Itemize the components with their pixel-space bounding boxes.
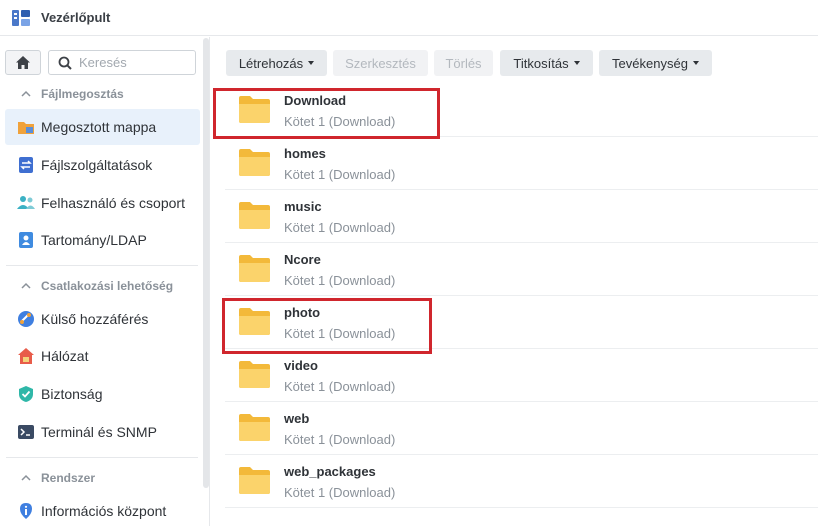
sidebar-item-label: Fájlszolgáltatások — [41, 157, 153, 173]
sidebar-item-info-center[interactable]: Információs központ — [5, 493, 200, 526]
sidebar-item-label: Megosztott mappa — [41, 119, 157, 135]
section-header-connectivity[interactable]: Csatlakozási lehetőség — [0, 276, 200, 296]
sidebar-item-label: Tartomány/LDAP — [41, 232, 147, 248]
sidebar-item-network[interactable]: Hálózat — [5, 338, 200, 374]
section-title: Fájlmegosztás — [41, 87, 124, 101]
folder-row-homes[interactable]: homes Kötet 1 (Download) — [225, 137, 818, 190]
action-button[interactable]: Tevékenység — [599, 50, 712, 76]
folder-volume: Kötet 1 (Download) — [284, 379, 396, 394]
create-button[interactable]: Létrehozás — [226, 50, 327, 76]
sidebar-item-user-group[interactable]: Felhasználó és csoport — [5, 185, 200, 221]
sidebar-item-label: Terminál és SNMP — [41, 424, 157, 440]
delete-button-label: Törlés — [445, 55, 482, 71]
section-title: Csatlakozási lehetőség — [41, 279, 174, 293]
chevron-up-icon — [21, 90, 31, 97]
toolbar: Létrehozás Szerkesztés Törlés Titkosítás… — [211, 37, 818, 83]
edit-button[interactable]: Szerkesztés — [333, 50, 428, 76]
sidebar-item-security[interactable]: Biztonság — [5, 376, 200, 412]
info-center-icon — [17, 502, 35, 520]
folder-name: web — [284, 411, 310, 426]
folder-row-web-packages[interactable]: web_packages Kötet 1 (Download) — [225, 455, 818, 508]
folder-name: Ncore — [284, 252, 321, 267]
home-button[interactable] — [5, 50, 41, 75]
section-divider — [6, 265, 198, 266]
folder-row-web[interactable]: web Kötet 1 (Download) — [225, 402, 818, 455]
search-icon — [58, 56, 72, 70]
section-divider — [6, 457, 198, 458]
network-icon — [17, 347, 35, 365]
folder-volume: Kötet 1 (Download) — [284, 220, 396, 235]
folder-name: homes — [284, 146, 326, 161]
folder-row-video[interactable]: video Kötet 1 (Download) — [225, 349, 818, 402]
window-titlebar: Vezérlőpult — [0, 0, 818, 36]
external-access-icon — [17, 310, 35, 328]
control-panel-logo-icon — [12, 9, 30, 26]
dropdown-caret-icon — [573, 61, 580, 65]
dropdown-caret-icon — [692, 61, 699, 65]
search-input[interactable] — [79, 55, 189, 70]
delete-button[interactable]: Törlés — [434, 50, 493, 76]
sidebar-item-shared-folder[interactable]: Megosztott mappa — [5, 109, 200, 145]
sidebar-item-label: Biztonság — [41, 386, 103, 402]
security-shield-icon — [17, 385, 35, 403]
section-header-system[interactable]: Rendszer — [0, 468, 200, 488]
folder-row-ncore[interactable]: Ncore Kötet 1 (Download) — [225, 243, 818, 296]
chevron-up-icon — [21, 474, 31, 481]
home-icon — [16, 56, 30, 69]
sidebar: Fájlmegosztás Megosztott mappa Fájlszolg… — [0, 37, 210, 526]
sidebar-item-domain-ldap[interactable]: Tartomány/LDAP — [5, 222, 200, 258]
folder-volume: Kötet 1 (Download) — [284, 432, 396, 447]
action-button-label: Tevékenység — [612, 55, 688, 71]
chevron-up-icon — [21, 282, 31, 289]
user-group-icon — [17, 194, 35, 212]
domain-ldap-icon — [17, 231, 35, 249]
folder-volume: Kötet 1 (Download) — [284, 273, 396, 288]
create-button-label: Létrehozás — [238, 55, 304, 71]
folder-icon — [239, 361, 270, 388]
folder-name: video — [284, 358, 318, 373]
sidebar-item-external-access[interactable]: Külső hozzáférés — [5, 301, 200, 337]
sidebar-item-label: Külső hozzáférés — [41, 311, 149, 327]
file-services-icon — [17, 156, 35, 174]
encryption-button[interactable]: Titkosítás — [500, 50, 593, 76]
search-field[interactable] — [48, 50, 196, 75]
sidebar-item-file-services[interactable]: Fájlszolgáltatások — [5, 147, 200, 183]
folder-name: music — [284, 199, 322, 214]
section-title: Rendszer — [41, 471, 96, 485]
highlight-box-download — [213, 88, 440, 139]
dropdown-caret-icon — [308, 61, 315, 65]
app-title: Vezérlőpult — [41, 10, 111, 25]
folder-volume: Kötet 1 (Download) — [284, 167, 396, 182]
folder-icon — [239, 414, 270, 441]
folder-icon — [239, 467, 270, 494]
folder-icon — [239, 202, 270, 229]
edit-button-label: Szerkesztés — [345, 55, 416, 71]
folder-volume: Kötet 1 (Download) — [284, 485, 396, 500]
sidebar-item-label: Felhasználó és csoport — [41, 195, 185, 211]
section-header-file-sharing[interactable]: Fájlmegosztás — [0, 84, 200, 104]
sidebar-item-label: Hálózat — [41, 348, 89, 364]
terminal-icon — [17, 423, 35, 441]
folder-row-music[interactable]: music Kötet 1 (Download) — [225, 190, 818, 243]
shared-folder-icon — [17, 118, 35, 136]
sidebar-item-label: Információs központ — [41, 503, 167, 519]
encryption-button-label: Titkosítás — [513, 55, 569, 71]
folder-icon — [239, 255, 270, 282]
folder-icon — [239, 149, 270, 176]
sidebar-scrollbar[interactable] — [203, 38, 209, 488]
highlight-box-photo — [222, 298, 432, 354]
sidebar-item-terminal-snmp[interactable]: Terminál és SNMP — [5, 414, 200, 450]
folder-name: web_packages — [284, 464, 376, 479]
